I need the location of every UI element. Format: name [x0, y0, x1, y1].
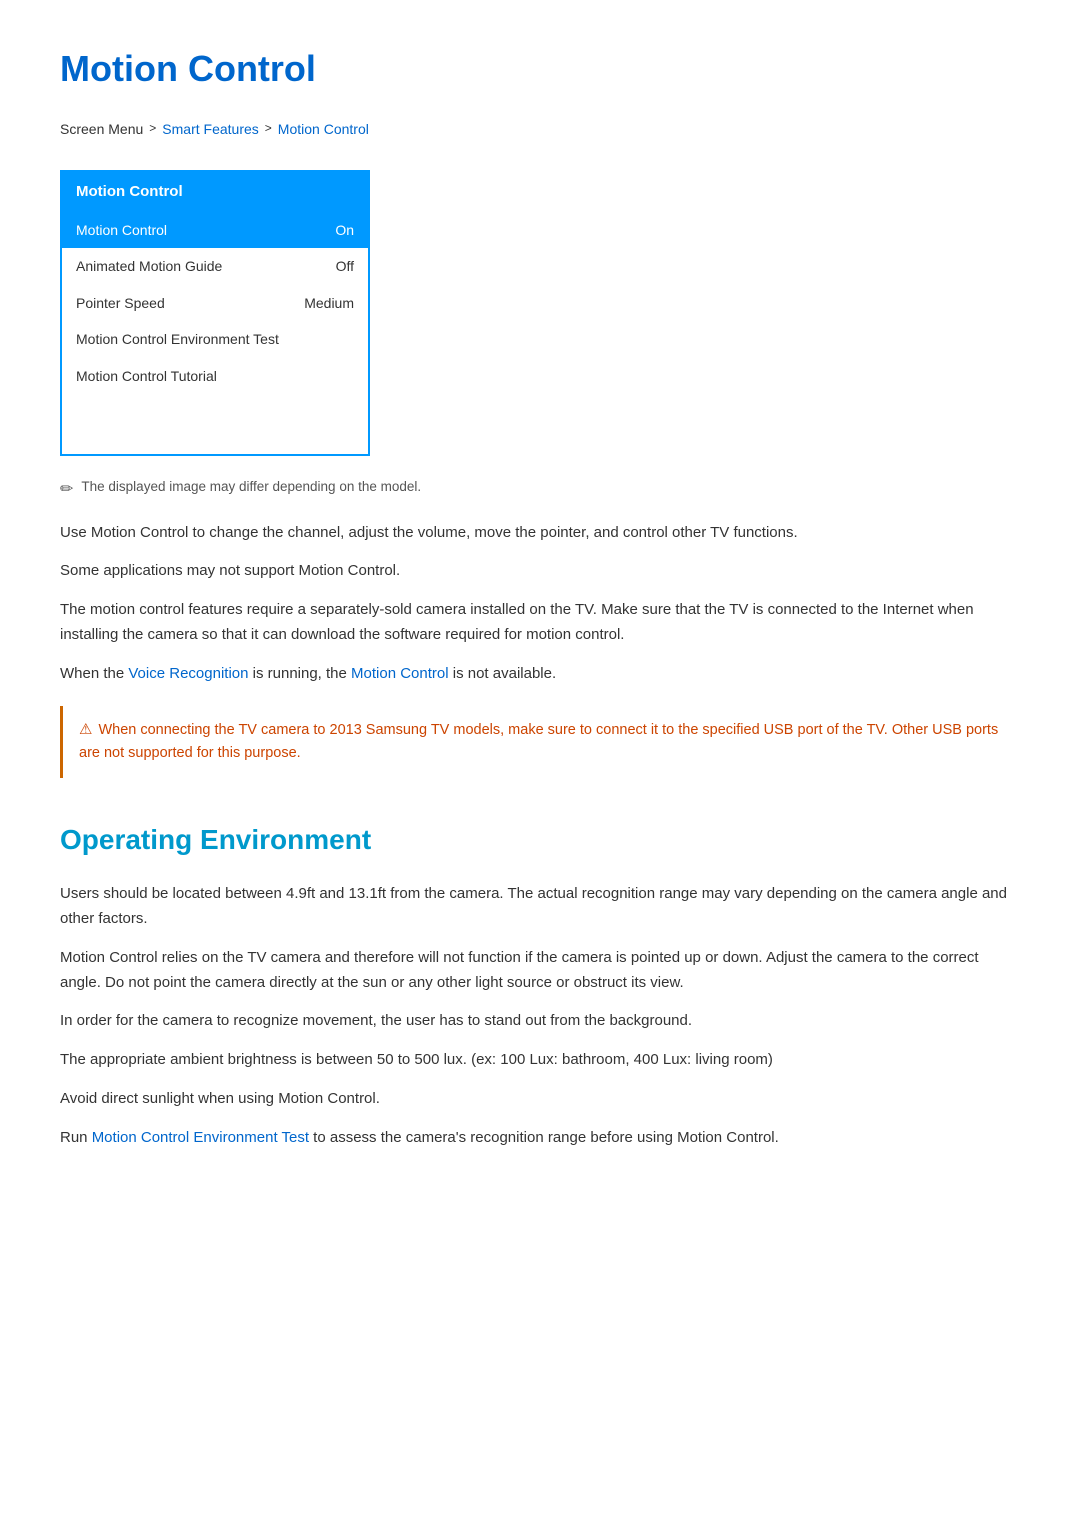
operating-environment-title: Operating Environment — [60, 818, 1020, 863]
voice-recognition-link[interactable]: Voice Recognition — [128, 665, 248, 682]
menu-box: Motion Control Motion Control On Animate… — [60, 170, 370, 456]
oe-paragraph-5: Avoid direct sunlight when using Motion … — [60, 1087, 1020, 1112]
note-line: ✏ The displayed image may differ dependi… — [60, 476, 1020, 503]
menu-item-label: Motion Control Environment Test — [76, 328, 279, 350]
oe-paragraph-4: The appropriate ambient brightness is be… — [60, 1048, 1020, 1073]
oe-last-prefix: Run — [60, 1129, 92, 1146]
menu-item-value-pointer: Medium — [304, 292, 354, 314]
oe-paragraph-3: In order for the camera to recognize mov… — [60, 1009, 1020, 1034]
page-title: Motion Control — [60, 40, 1020, 98]
warning-box: ⚠When connecting the TV camera to 2013 S… — [60, 706, 1020, 777]
menu-item-environment-test[interactable]: Motion Control Environment Test — [62, 321, 368, 357]
menu-item-motion-control[interactable]: Motion Control On — [62, 212, 368, 248]
menu-item-label: Pointer Speed — [76, 292, 165, 314]
menu-title-bar: Motion Control — [62, 172, 368, 212]
note-text: The displayed image may differ depending… — [81, 476, 421, 498]
breadcrumb-sep2: > — [265, 119, 272, 138]
menu-item-animated-motion-guide[interactable]: Animated Motion Guide Off — [62, 248, 368, 284]
inline-prefix: When the — [60, 665, 128, 682]
menu-spacer — [62, 394, 368, 454]
body-paragraph-3: The motion control features require a se… — [60, 598, 1020, 648]
body-paragraph-2: Some applications may not support Motion… — [60, 559, 1020, 584]
oe-paragraph-2: Motion Control relies on the TV camera a… — [60, 946, 1020, 996]
breadcrumb: Screen Menu > Smart Features > Motion Co… — [60, 118, 1020, 140]
warning-content: When connecting the TV camera to 2013 Sa… — [79, 722, 998, 761]
menu-item-value-motion-control: On — [335, 219, 354, 241]
menu-item-label: Motion Control — [76, 219, 167, 241]
menu-item-tutorial[interactable]: Motion Control Tutorial — [62, 358, 368, 394]
inline-suffix: is not available. — [449, 665, 557, 682]
breadcrumb-motion-control[interactable]: Motion Control — [278, 118, 369, 140]
breadcrumb-root: Screen Menu — [60, 118, 143, 140]
oe-last-suffix: to assess the camera's recognition range… — [309, 1129, 779, 1146]
warning-icon: ⚠ — [79, 721, 92, 738]
oe-last-paragraph: Run Motion Control Environment Test to a… — [60, 1126, 1020, 1151]
breadcrumb-sep1: > — [149, 119, 156, 138]
menu-item-label: Motion Control Tutorial — [76, 365, 217, 387]
menu-item-value-animated: Off — [336, 255, 354, 277]
pencil-icon: ✏ — [60, 477, 73, 503]
oe-paragraph-1: Users should be located between 4.9ft an… — [60, 882, 1020, 932]
menu-item-pointer-speed[interactable]: Pointer Speed Medium — [62, 285, 368, 321]
environment-test-link[interactable]: Motion Control Environment Test — [92, 1129, 309, 1146]
inline-middle: is running, the — [248, 665, 351, 682]
breadcrumb-smart-features[interactable]: Smart Features — [162, 118, 258, 140]
motion-control-link[interactable]: Motion Control — [351, 665, 449, 682]
inline-paragraph: When the Voice Recognition is running, t… — [60, 662, 1020, 687]
body-paragraph-1: Use Motion Control to change the channel… — [60, 521, 1020, 546]
warning-text: ⚠When connecting the TV camera to 2013 S… — [79, 718, 1004, 765]
menu-item-label: Animated Motion Guide — [76, 255, 222, 277]
